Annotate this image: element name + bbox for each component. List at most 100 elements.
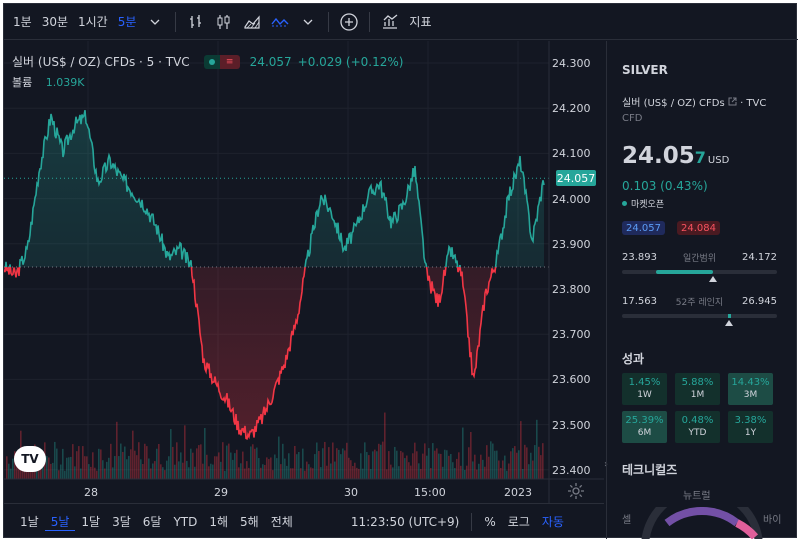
volume-bar bbox=[278, 436, 280, 479]
volume-bar bbox=[80, 468, 82, 479]
volume-bar bbox=[458, 452, 460, 479]
market-status-pill[interactable]: ≡ bbox=[203, 54, 240, 69]
gear-icon[interactable] bbox=[567, 482, 585, 500]
price-axis-label: 23.600 bbox=[552, 373, 591, 387]
volume-bar bbox=[114, 456, 116, 479]
volume-bar bbox=[338, 449, 340, 479]
volume-bar bbox=[50, 463, 52, 479]
volume-bar bbox=[96, 470, 98, 479]
volume-bar bbox=[314, 454, 316, 479]
price-chart[interactable] bbox=[4, 41, 604, 503]
baseline-chart-icon[interactable] bbox=[268, 10, 292, 34]
panel-symbol-subtitle: 실버 (US$ / OZ) CFDs · TVC bbox=[622, 94, 766, 109]
volume-bar bbox=[510, 451, 512, 479]
auto-scale-toggle[interactable]: 자동 bbox=[536, 513, 570, 530]
volume-bar bbox=[178, 461, 180, 479]
clock-timezone[interactable]: 11:23:50 (UTC+9) bbox=[351, 515, 460, 529]
volume-bar bbox=[106, 461, 108, 479]
interval-5m[interactable]: 5분 bbox=[113, 13, 142, 30]
performance-cell-ytd[interactable]: 0.48% YTD bbox=[675, 411, 720, 443]
volume-bar bbox=[100, 449, 102, 479]
performance-period: 1W bbox=[637, 390, 652, 400]
price-axis-label: 24.300 bbox=[552, 57, 591, 70]
time-axis-label: 28 bbox=[84, 486, 98, 499]
symbol-title[interactable]: 실버 (US$ / OZ) CFDs · 5 · TVC bbox=[12, 53, 190, 70]
volume-bar bbox=[138, 442, 140, 479]
bar-chart-icon[interactable] bbox=[184, 10, 208, 34]
volume-bar bbox=[202, 463, 204, 479]
volume-bar bbox=[380, 444, 382, 479]
volume-bar bbox=[378, 443, 380, 479]
external-link-icon[interactable] bbox=[728, 97, 740, 109]
range-5d[interactable]: 5날 bbox=[44, 513, 76, 531]
volume-bar bbox=[316, 442, 318, 479]
performance-period: 1M bbox=[690, 390, 705, 400]
range-ytd[interactable]: YTD bbox=[167, 515, 203, 529]
volume-bar bbox=[460, 465, 462, 479]
area-chart-icon[interactable] bbox=[240, 10, 264, 34]
volume-bar bbox=[182, 462, 184, 479]
range-1d[interactable]: 1날 bbox=[14, 513, 45, 530]
range-1y[interactable]: 1해 bbox=[203, 513, 234, 530]
interval-30m[interactable]: 30분 bbox=[37, 13, 73, 30]
volume-bar bbox=[324, 441, 326, 479]
volume-bar bbox=[522, 468, 524, 479]
tradingview-logo[interactable]: TV bbox=[14, 446, 46, 472]
log-scale-toggle[interactable]: 로그 bbox=[502, 513, 536, 530]
performance-period: 1Y bbox=[744, 428, 757, 438]
volume-bar bbox=[494, 450, 496, 479]
chevron-down-icon[interactable] bbox=[143, 10, 167, 34]
indicators-icon[interactable] bbox=[378, 10, 402, 34]
range-all[interactable]: 전체 bbox=[265, 513, 299, 530]
volume-bar bbox=[70, 456, 72, 479]
volume-bar bbox=[262, 464, 264, 479]
compare-plus-icon[interactable] bbox=[337, 10, 361, 34]
panel-subtitle-text[interactable]: 실버 (US$ / OZ) CFDs bbox=[622, 98, 725, 109]
volume-bar bbox=[110, 443, 112, 479]
range-1m[interactable]: 1달 bbox=[75, 513, 106, 530]
volume-bar bbox=[60, 464, 62, 479]
performance-cell-1m[interactable]: 5.88% 1M bbox=[675, 373, 720, 405]
volume-bar bbox=[438, 453, 440, 479]
volume-bar bbox=[366, 452, 368, 479]
price-axis-label: 23.500 bbox=[552, 418, 591, 432]
volume-bar bbox=[62, 448, 64, 479]
interval-1m[interactable]: 1분 bbox=[8, 13, 37, 30]
volume-bar bbox=[206, 454, 208, 479]
volume-bar bbox=[356, 467, 358, 479]
volume-bar bbox=[440, 453, 442, 479]
volume-bar bbox=[258, 458, 260, 479]
volume-bar bbox=[352, 466, 354, 479]
technicals-title[interactable]: 테크니컬즈 bbox=[622, 461, 677, 478]
performance-cell-3m[interactable]: 14.43% 3M bbox=[728, 373, 773, 405]
volume-bar bbox=[200, 444, 202, 479]
volume-bar bbox=[456, 458, 458, 479]
toolbar-divider bbox=[175, 11, 177, 32]
volume-bar bbox=[82, 446, 84, 479]
panel-exchange-suffix: · TVC bbox=[740, 98, 767, 109]
volume-bar bbox=[422, 453, 424, 479]
volume-bar bbox=[452, 462, 454, 479]
interval-1h[interactable]: 1시간 bbox=[73, 13, 113, 30]
chart-area[interactable]: 실버 (US$ / OZ) CFDs · 5 · TVC ≡ 24.057 +0… bbox=[4, 41, 604, 503]
candles-icon[interactable] bbox=[212, 10, 236, 34]
indicators-button[interactable]: 지표 bbox=[404, 13, 436, 30]
volume-bar bbox=[394, 446, 396, 479]
performance-cell-1w[interactable]: 1.45% 1W bbox=[622, 373, 667, 405]
range-5y[interactable]: 5해 bbox=[234, 513, 265, 530]
range-6m[interactable]: 6달 bbox=[137, 513, 168, 530]
percent-scale-toggle[interactable]: % bbox=[478, 515, 501, 529]
volume-bar bbox=[236, 449, 238, 479]
performance-value: 25.39% bbox=[625, 415, 664, 426]
volume-bar bbox=[288, 453, 290, 479]
performance-cell-1y[interactable]: 3.38% 1Y bbox=[728, 411, 773, 443]
performance-cell-6m[interactable]: 25.39% 6M bbox=[622, 411, 667, 443]
volume-bar bbox=[512, 448, 514, 479]
volume-bar bbox=[430, 468, 432, 479]
range-3m[interactable]: 3달 bbox=[106, 513, 137, 530]
volume-bar bbox=[406, 455, 408, 479]
chevron-down-icon[interactable] bbox=[296, 10, 320, 34]
panel-symbol-title[interactable]: SILVER bbox=[622, 63, 668, 77]
volume-bar bbox=[468, 447, 470, 479]
volume-bar bbox=[528, 464, 530, 479]
